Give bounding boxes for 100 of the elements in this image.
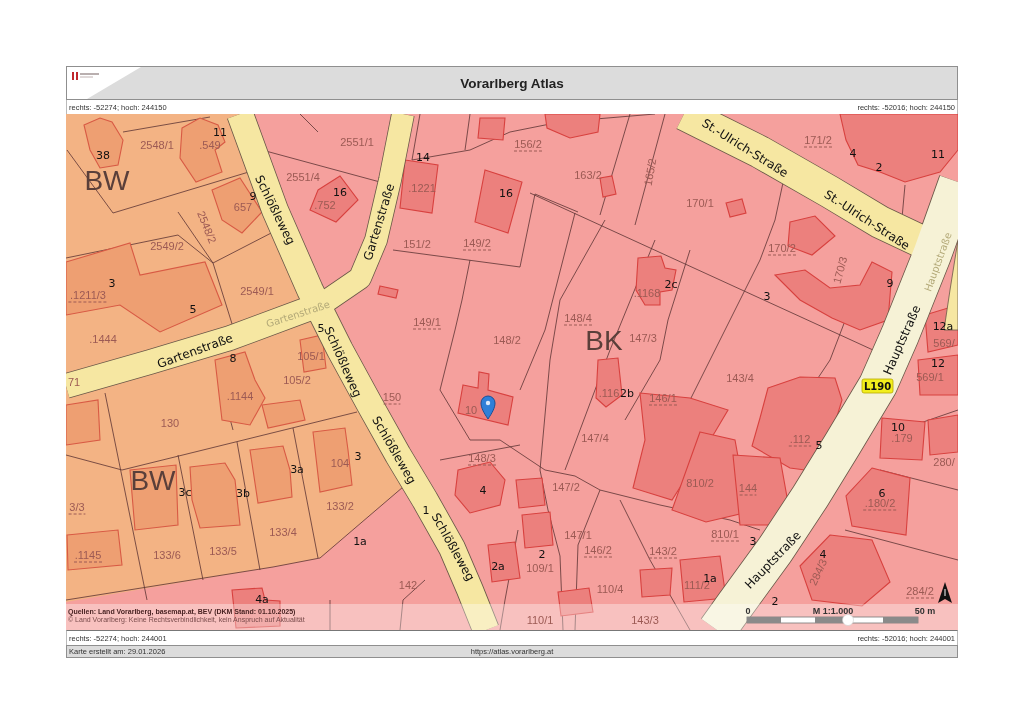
house-number: 2 bbox=[771, 594, 779, 608]
house-number: 12a bbox=[932, 319, 954, 333]
parcel-number: 146/1 bbox=[648, 392, 678, 406]
parcel-number: 109/1 bbox=[526, 562, 554, 574]
house-number: 16 bbox=[333, 185, 347, 199]
parcel-number: .1221 bbox=[408, 182, 436, 194]
house-number: 3 bbox=[354, 449, 362, 463]
parcel-number: 170/3 bbox=[830, 255, 850, 285]
parcel-number: .179 bbox=[891, 432, 913, 444]
house-number: 1 bbox=[422, 503, 430, 517]
building bbox=[377, 285, 399, 299]
house-number: 2c bbox=[664, 277, 678, 291]
building bbox=[515, 477, 546, 509]
parcel-number: 133/5 bbox=[209, 545, 237, 557]
building bbox=[83, 117, 124, 169]
zoning-label: BK bbox=[585, 324, 623, 356]
parcel-number: 146/2 bbox=[583, 544, 613, 558]
parcel-number: 143/2 bbox=[648, 545, 678, 559]
parcel-number: 2549/1 bbox=[240, 285, 274, 297]
house-number: 2 bbox=[538, 547, 546, 561]
parcel-number: 569/1 bbox=[916, 371, 944, 383]
parcel-number: 151/2 bbox=[403, 238, 431, 250]
parcel-number: 2551/1 bbox=[340, 136, 374, 148]
parcel-number: 280/ bbox=[933, 456, 955, 468]
parcel-number: .1211/3 bbox=[67, 289, 109, 303]
house-number: 38 bbox=[96, 148, 110, 162]
window-title: Vorarlberg Atlas bbox=[460, 75, 564, 91]
zoning-label: BW bbox=[84, 164, 130, 196]
building bbox=[477, 117, 506, 141]
parcel-number: 165/2 bbox=[641, 157, 659, 187]
house-number: 9 bbox=[886, 276, 894, 290]
house-number: 4a bbox=[255, 592, 269, 606]
house-number: 5 bbox=[815, 438, 823, 452]
building bbox=[557, 587, 594, 617]
house-number: 5 bbox=[189, 302, 197, 316]
house-number: 2a bbox=[491, 559, 505, 573]
house-number: 2b bbox=[620, 386, 634, 400]
parcel-number: .752 bbox=[314, 199, 336, 211]
parcel-number: 284/3 bbox=[806, 557, 830, 587]
house-number: 3c bbox=[178, 485, 192, 499]
house-number: 14 bbox=[416, 150, 430, 164]
parcel-number: 143/3 bbox=[631, 614, 659, 626]
parcel-number: 147/4 bbox=[581, 432, 609, 444]
house-number: 2 bbox=[875, 160, 883, 174]
building bbox=[312, 427, 353, 493]
house-number: 9 bbox=[249, 189, 257, 203]
house-number: 3 bbox=[763, 289, 771, 303]
parcel-number: 147/3 bbox=[629, 332, 657, 344]
parcel-number: 144 bbox=[738, 482, 758, 496]
house-number: 11 bbox=[931, 147, 945, 161]
parcel-number: 105/1 bbox=[297, 350, 325, 362]
parcel-number: 110/1 bbox=[526, 614, 554, 626]
parcel-number: 147/2 bbox=[552, 481, 580, 493]
parcel-number: .1168 bbox=[633, 287, 661, 299]
parcel-number: 3/3 bbox=[68, 501, 86, 515]
house-number: 3b bbox=[236, 486, 250, 500]
building bbox=[639, 567, 673, 598]
house-number: 10 bbox=[891, 420, 905, 434]
parcel-number: 10 bbox=[464, 404, 478, 416]
parcel-number: 657 bbox=[233, 201, 253, 213]
house-number: 11 bbox=[213, 125, 227, 139]
parcel-number: 810/1 bbox=[710, 528, 740, 542]
parcel-number: .1144 bbox=[226, 390, 254, 402]
parcel-number: 104 bbox=[330, 457, 350, 469]
building bbox=[249, 445, 293, 504]
parcel-number: 149/1 bbox=[412, 316, 442, 330]
scale-label: M 1:1.000 bbox=[812, 606, 854, 616]
parcel-number: .116 bbox=[598, 387, 620, 399]
house-number: 6 bbox=[878, 486, 886, 500]
building bbox=[487, 541, 521, 583]
building bbox=[845, 467, 911, 536]
house-number: 1a bbox=[353, 534, 367, 548]
parcel-number: .549 bbox=[199, 139, 221, 151]
parcel-number: 148/4 bbox=[563, 312, 593, 326]
parcel-number: .1444 bbox=[89, 333, 117, 345]
parcel-number: 105/2 bbox=[283, 374, 311, 386]
parcel-number: 71 bbox=[67, 376, 81, 388]
house-number: 4 bbox=[849, 146, 857, 160]
parcel-number: 143/4 bbox=[726, 372, 754, 384]
building bbox=[474, 169, 523, 234]
parcel-number: 171/2 bbox=[803, 134, 833, 148]
parcel-number: 148/2 bbox=[493, 334, 521, 346]
parcel-number: 170/1 bbox=[686, 197, 714, 209]
building bbox=[454, 461, 506, 514]
parcel-number: 810/2 bbox=[686, 477, 714, 489]
parcel-number: 142 bbox=[398, 579, 418, 591]
zoning-label: BW bbox=[130, 464, 176, 496]
scale-label: 0 bbox=[745, 606, 751, 616]
parcel-number: 130 bbox=[160, 417, 180, 429]
building bbox=[725, 198, 747, 218]
parcel-number: .180/2 bbox=[862, 497, 898, 511]
parcel-number: 133/6 bbox=[153, 549, 181, 561]
house-number: 4 bbox=[479, 483, 487, 497]
road-number-badge: L190 bbox=[861, 378, 894, 394]
parcel-number: 133/2 bbox=[326, 500, 354, 512]
parcel-number: 2548/1 bbox=[140, 139, 174, 151]
building bbox=[66, 529, 123, 571]
parcel-number: 150 bbox=[382, 391, 402, 405]
parcel-number: 110/4 bbox=[596, 583, 624, 595]
parcel-number: .112 bbox=[788, 433, 812, 447]
